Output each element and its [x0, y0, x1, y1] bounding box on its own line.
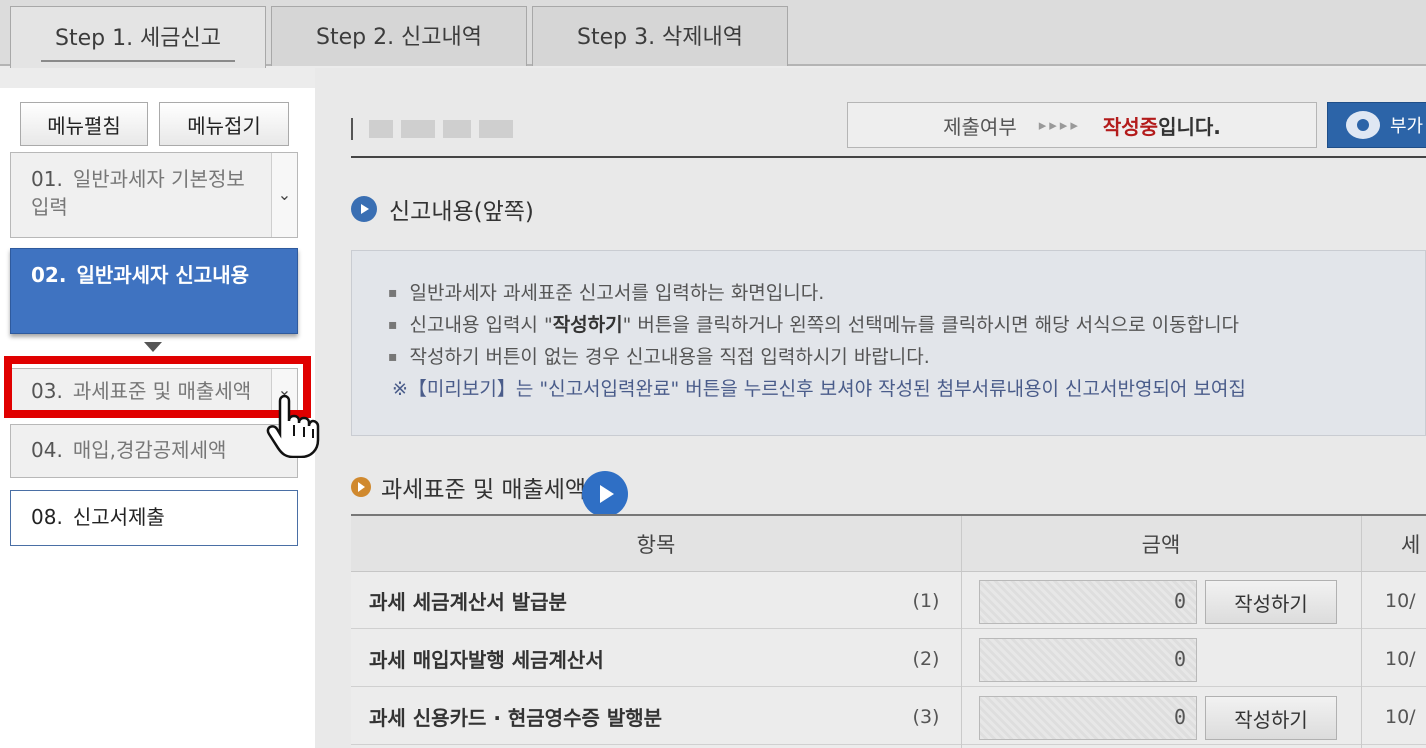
write-button[interactable]: 작성하기: [1205, 580, 1337, 624]
write-button[interactable]: 작성하기: [1205, 696, 1337, 740]
amount-input[interactable]: 0: [979, 696, 1197, 740]
instruction-text: 일반과세자 과세표준 신고서를 입력하는 화면입니다.: [409, 282, 825, 304]
section-title-report: 신고내용(앞쪽): [351, 192, 534, 226]
table-row: 과세 신용카드 · 현금영수증 발행분 (3) 0 작성하기 10/: [351, 688, 1426, 745]
collapse-menu-button[interactable]: 메뉴접기: [159, 102, 289, 146]
submission-status: 제출여부 ▸▸▸▸ 작성중 입니다.: [847, 102, 1317, 148]
tab-step-1-label: Step 1. 세금신고: [54, 25, 222, 51]
table-row: 과세 세금계산서 발급분 (1) 0 작성하기 10/: [351, 572, 1426, 629]
instruction-line: 신고내용 입력시 "작성하기" 버튼을 클릭하거나 왼쪽의 선택메뉴를 클릭하시…: [388, 309, 1425, 341]
sidebar-step-text: 02. 일반과세자 신고내용: [31, 263, 250, 287]
highlight-box: [4, 356, 311, 418]
arrow-circle-icon: [351, 477, 371, 497]
sidebar-step-01[interactable]: 01. 일반과세자 기본정보 입력 ⌄: [10, 152, 298, 238]
row-tax-rate: 10/: [1385, 705, 1416, 728]
sidebar-step-number: 04.: [31, 438, 63, 462]
side-action-label: 부가: [1390, 116, 1424, 137]
step-flow-arrow-icon: [144, 342, 162, 352]
sidebar-step-04[interactable]: 04. 매입,경감공제세액: [10, 424, 298, 478]
tab-step-2-label: Step 2. 신고내역: [315, 24, 483, 50]
amount-input[interactable]: 0: [979, 580, 1197, 624]
side-action-button[interactable]: 부가: [1327, 102, 1426, 148]
table-header: 항목 금액 세: [351, 516, 1426, 572]
main-content: 제출여부 ▸▸▸▸ 작성중 입니다. 부가 신고내용(앞쪽) 일반과세자 과세표…: [315, 68, 1426, 748]
step-tab-bar: Step 1. 세금신고 Step 2. 신고내역 Step 3. 삭제내역: [0, 0, 1426, 68]
status-arrows: ▸▸▸▸: [1038, 116, 1081, 134]
row-tax-rate: 10/: [1385, 589, 1416, 612]
section-title-tax-base-text: 과세표준 및 매출세액: [381, 477, 587, 503]
sidebar-step-08[interactable]: 08. 신고서제출: [10, 490, 298, 546]
tab-step-2[interactable]: Step 2. 신고내역: [271, 6, 527, 66]
row-label: 과세 매입자발행 세금계산서: [369, 648, 604, 672]
header-tax: 세: [1401, 533, 1421, 557]
sidebar-step-label: 매입,경감공제세액: [72, 438, 227, 462]
instruction-text: 신고내용 입력시 "작성하기" 버튼을 클릭하거나 왼쪽의 선택메뉴를 클릭하시…: [409, 314, 1240, 336]
expand-menu-button[interactable]: 메뉴펼침: [20, 102, 148, 146]
tax-base-table: 항목 금액 세 과세 세금계산서 발급분 (1) 0 작성하기 10/ 과세 매…: [351, 514, 1426, 748]
eye-icon: [1346, 111, 1380, 139]
section-title-tax-base: 과세표준 및 매출세액: [351, 470, 586, 504]
header-divider: [351, 156, 1426, 158]
row-label: 과세 세금계산서 발급분: [369, 590, 567, 614]
instruction-line: 일반과세자 과세표준 신고서를 입력하는 화면입니다.: [388, 277, 1425, 309]
row-code: (1): [912, 589, 940, 612]
row-code: (2): [912, 647, 940, 670]
instruction-line: 작성하기 버튼이 없는 경우 신고내용을 직접 입력하시기 바랍니다.: [388, 341, 1425, 373]
header-amount: 금액: [1141, 533, 1181, 557]
header-item: 항목: [636, 533, 676, 557]
instruction-text: 작성하기 버튼이 없는 경우 신고내용을 직접 입력하시기 바랍니다.: [409, 346, 930, 368]
preview-note: ※【미리보기】는 "신고서입력완료" 버튼을 누르신후 보셔야 작성된 첨부서류…: [392, 378, 1246, 400]
chevron-down-icon[interactable]: ⌄: [271, 153, 297, 237]
sidebar-step-text: 01. 일반과세자 기본정보 입력: [31, 167, 245, 219]
amount-input[interactable]: 0: [979, 638, 1197, 682]
tab-step-1[interactable]: Step 1. 세금신고: [10, 6, 266, 68]
tab-step-3-label: Step 3. 삭제내역: [576, 24, 744, 50]
instruction-box: 일반과세자 과세표준 신고서를 입력하는 화면입니다. 신고내용 입력시 "작성…: [351, 250, 1426, 436]
video-play-button[interactable]: [582, 471, 628, 517]
row-code: (3): [912, 705, 940, 728]
taxpayer-id-blurred: [351, 118, 513, 140]
sidebar-step-label: 신고서제출: [72, 505, 165, 529]
active-tab-underline: [41, 60, 235, 62]
step-sidebar: 메뉴펼침 메뉴접기 01. 일반과세자 기본정보 입력 ⌄ 02. 일반과세자 신고…: [0, 88, 320, 748]
row-label: 과세 신용카드 · 현금영수증 발행분: [369, 706, 663, 730]
arrow-circle-icon: [351, 196, 377, 222]
row-tax-rate: 10/: [1385, 647, 1416, 670]
status-state: 작성중: [1102, 114, 1159, 139]
section-title-report-text: 신고내용(앞쪽): [389, 199, 534, 225]
status-state-tail: 입니다.: [1158, 114, 1221, 139]
table-row: 과세 매입자발행 세금계산서 (2) 0 10/: [351, 630, 1426, 687]
sidebar-step-number: 08.: [31, 505, 63, 529]
sidebar-step-02[interactable]: 02. 일반과세자 신고내용: [10, 248, 298, 334]
tab-step-3[interactable]: Step 3. 삭제내역: [532, 6, 788, 66]
hand-pointer-icon: [266, 394, 320, 458]
submission-status-label: 제출여부: [943, 114, 1017, 139]
